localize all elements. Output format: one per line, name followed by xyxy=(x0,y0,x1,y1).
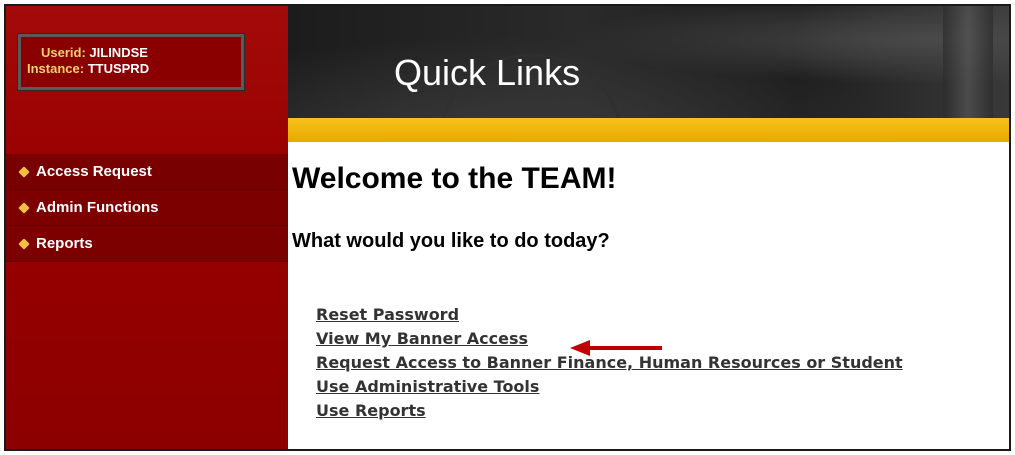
quick-links-list: Reset Password View My Banner Access Req… xyxy=(316,304,903,424)
user-info-box: Userid: JILINDSE Instance: TTUSPRD xyxy=(17,33,245,91)
reset-password-link[interactable]: Reset Password xyxy=(316,305,459,324)
view-my-banner-access-link[interactable]: View My Banner Access xyxy=(316,329,528,348)
diamond-bullet-icon xyxy=(18,238,30,250)
sidebar-item-label: Admin Functions xyxy=(36,199,159,216)
userid-label: Userid: xyxy=(41,45,90,60)
header-gold-bar xyxy=(288,118,1009,142)
list-item: Use Reports xyxy=(316,400,903,424)
instance-line: Instance: TTUSPRD xyxy=(27,61,235,77)
app-frame: Userid: JILINDSE Instance: TTUSPRD Acces… xyxy=(4,4,1011,451)
main-content: Welcome to the TEAM! What would you like… xyxy=(292,142,1009,449)
list-item: Reset Password xyxy=(316,304,903,328)
use-reports-link[interactable]: Use Reports xyxy=(316,401,426,420)
instance-label: Instance: xyxy=(27,61,88,76)
sidebar-item-reports[interactable]: Reports xyxy=(6,226,288,262)
diamond-bullet-icon xyxy=(18,166,30,178)
sidebar-item-label: Access Request xyxy=(36,163,152,180)
userid-value: JILINDSE xyxy=(89,45,148,60)
sidebar-item-label: Reports xyxy=(36,235,93,252)
sidebar-item-access-request[interactable]: Access Request xyxy=(6,154,288,190)
red-arrow-icon xyxy=(570,340,662,356)
use-administrative-tools-link[interactable]: Use Administrative Tools xyxy=(316,377,539,396)
sidebar-nav: Access Request Admin Functions Reports xyxy=(6,154,288,262)
header-pillar-decoration xyxy=(943,6,993,118)
question-heading: What would you like to do today? xyxy=(292,230,610,252)
header-banner: Quick Links xyxy=(288,6,1009,180)
list-item: Use Administrative Tools xyxy=(316,376,903,400)
sidebar-item-admin-functions[interactable]: Admin Functions xyxy=(6,190,288,226)
sidebar: Userid: JILINDSE Instance: TTUSPRD Acces… xyxy=(6,6,288,449)
userid-line: Userid: JILINDSE xyxy=(27,45,235,61)
diamond-bullet-icon xyxy=(18,202,30,214)
page-title: Quick Links xyxy=(394,52,581,93)
welcome-heading: Welcome to the TEAM! xyxy=(292,162,617,195)
instance-value: TTUSPRD xyxy=(87,61,150,76)
